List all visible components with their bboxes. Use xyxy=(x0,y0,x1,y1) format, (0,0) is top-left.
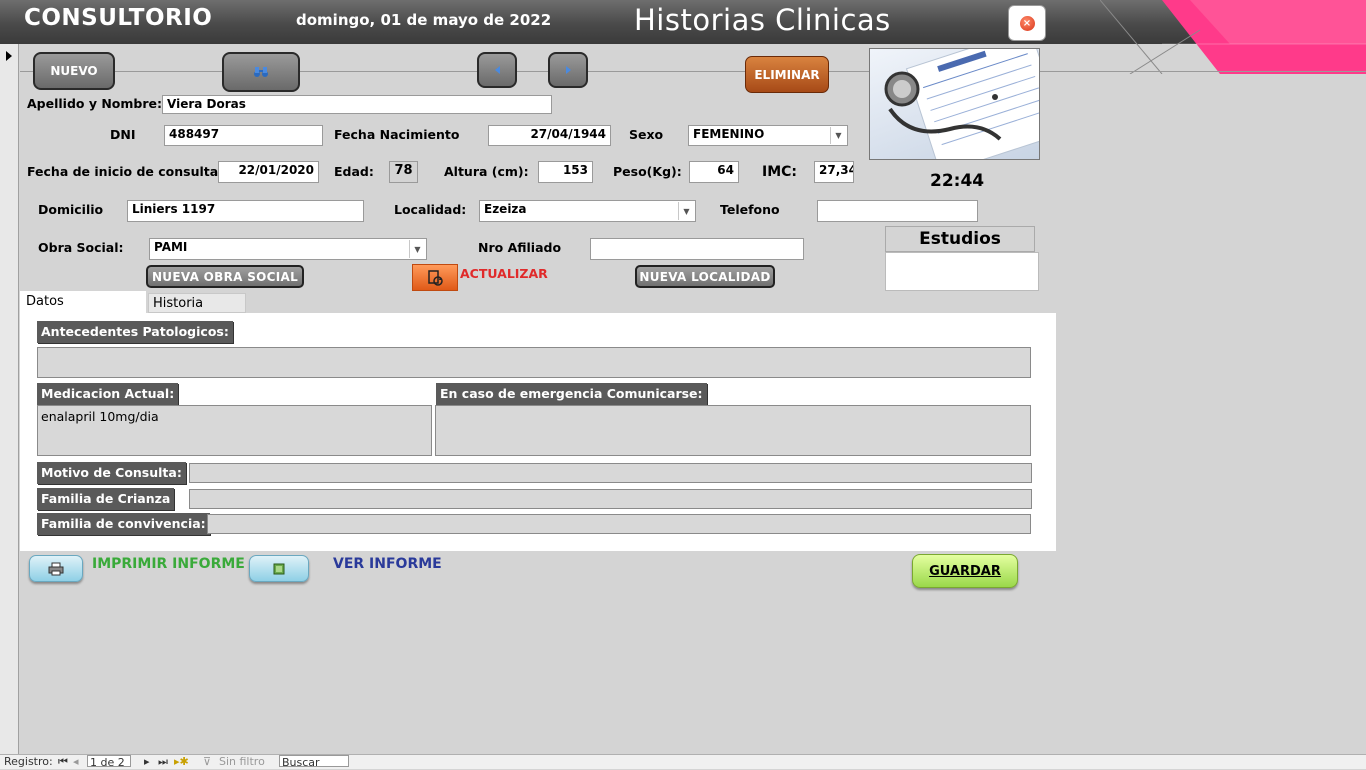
altura-label: Altura (cm): xyxy=(444,164,529,179)
inicio-consulta-label: Fecha de inicio de consulta: xyxy=(27,164,224,179)
dni-label: DNI xyxy=(110,127,136,142)
next-record-button[interactable] xyxy=(548,52,588,88)
domicilio-label: Domicilio xyxy=(38,202,104,217)
fecha-nacimiento-label: Fecha Nacimiento xyxy=(334,127,460,142)
ver-informe-button[interactable] xyxy=(249,555,309,582)
domicilio-field[interactable]: Liniers 1197 xyxy=(127,200,364,222)
afiliado-field[interactable] xyxy=(590,238,804,260)
brand-title: CONSULTORIO xyxy=(24,5,213,31)
actualizar-label[interactable]: ACTUALIZAR xyxy=(460,266,548,281)
tab-datos-importantes[interactable]: Datos Importantes xyxy=(20,291,146,331)
chevron-down-icon[interactable]: ▼ xyxy=(678,202,694,220)
search-input[interactable]: Buscar xyxy=(279,755,349,769)
close-icon: × xyxy=(1019,15,1035,31)
emergencia-field[interactable] xyxy=(435,405,1031,456)
next-record-icon[interactable]: ▸ xyxy=(144,755,150,769)
nueva-localidad-button[interactable]: NUEVA LOCALIDAD xyxy=(635,265,775,288)
antecedentes-field[interactable] xyxy=(37,347,1031,378)
refresh-document-icon xyxy=(428,269,443,286)
record-counter[interactable]: 1 de 2 xyxy=(87,755,131,769)
localidad-label: Localidad: xyxy=(394,202,467,217)
convivencia-field[interactable] xyxy=(207,514,1031,534)
current-record-arrow-icon xyxy=(6,51,12,61)
altura-field[interactable]: 153 xyxy=(538,161,593,183)
localidad-value: Ezeiza xyxy=(484,202,527,216)
search-button[interactable] xyxy=(222,52,300,92)
clock: 22:44 xyxy=(930,171,985,191)
medicacion-label: Medicacion Actual: xyxy=(37,383,179,405)
fecha-nacimiento-field[interactable]: 27/04/1944 xyxy=(488,125,611,146)
crianza-field[interactable] xyxy=(189,489,1032,509)
tab-historia-clinica[interactable]: Historia Clinica xyxy=(148,293,246,330)
imprimir-label[interactable]: IMPRIMIR INFORME xyxy=(92,556,245,572)
emergencia-label: En caso de emergencia Comunicarse: xyxy=(436,383,707,405)
nombre-field[interactable]: Viera Doras xyxy=(162,95,552,114)
guardar-button[interactable]: GUARDAR xyxy=(912,554,1018,588)
page-title: Historias Clinicas xyxy=(634,3,891,37)
dni-field[interactable]: 488497 xyxy=(164,125,323,146)
actualizar-button[interactable] xyxy=(412,264,458,291)
sexo-label: Sexo xyxy=(629,127,664,142)
last-record-icon[interactable]: ⏭ xyxy=(158,755,168,769)
record-selector[interactable] xyxy=(0,44,19,754)
triangle-right-icon xyxy=(565,66,571,74)
chevron-down-icon[interactable]: ▼ xyxy=(409,240,425,258)
binoculars-icon xyxy=(254,67,268,77)
stethoscope-icon xyxy=(884,49,1039,159)
eliminar-button[interactable]: ELIMINAR xyxy=(745,56,829,93)
imc-label: IMC: xyxy=(762,164,798,180)
previous-record-button[interactable] xyxy=(477,52,517,88)
afiliado-label: Nro Afiliado xyxy=(478,240,562,255)
registro-label: Registro: xyxy=(4,755,53,768)
peso-field[interactable]: 64 xyxy=(689,161,739,183)
motivo-field[interactable] xyxy=(189,463,1032,483)
header-decoration xyxy=(1100,0,1366,74)
filter-label[interactable]: Sin filtro xyxy=(219,755,265,769)
new-record-icon[interactable]: ▸✱ xyxy=(174,755,189,769)
sexo-value: FEMENINO xyxy=(693,127,765,141)
medicacion-field[interactable]: enalapril 10mg/dia xyxy=(37,405,432,456)
estudios-header: Estudios xyxy=(885,226,1035,252)
edad-value: 78 xyxy=(389,161,418,183)
inicio-consulta-field[interactable]: 22/01/2020 xyxy=(218,161,319,183)
current-date: domingo, 01 de mayo de 2022 xyxy=(296,11,552,29)
first-record-icon[interactable]: ⏮ xyxy=(58,755,68,769)
chevron-down-icon[interactable]: ▼ xyxy=(830,127,846,144)
localidad-select[interactable]: Ezeiza ▼ xyxy=(479,200,696,222)
imc-value: 27,34 xyxy=(814,161,854,183)
printer-icon xyxy=(48,562,64,575)
obra-social-label: Obra Social: xyxy=(38,240,124,255)
antecedentes-label: Antecedentes Patologicos: xyxy=(37,321,233,343)
record-navigation-bar: Registro: ⏮ ◂ 1 de 2 ▸ ⏭ ▸✱ ⊽ Sin filtro… xyxy=(0,754,1366,769)
datos-importantes-panel: Antecedentes Patologicos: Medicacion Act… xyxy=(20,313,1056,551)
prev-record-icon[interactable]: ◂ xyxy=(73,755,79,769)
obra-social-select[interactable]: PAMI ▼ xyxy=(149,238,427,260)
filter-icon: ⊽ xyxy=(203,755,212,768)
triangle-left-icon xyxy=(494,66,500,74)
imprimir-button[interactable] xyxy=(29,555,83,582)
convivencia-label: Familia de convivencia: xyxy=(37,513,210,535)
report-icon xyxy=(273,563,285,574)
estudios-list[interactable] xyxy=(885,252,1039,291)
nueva-obra-social-button[interactable]: NUEVA OBRA SOCIAL xyxy=(146,265,304,288)
obra-social-value: PAMI xyxy=(154,240,188,254)
telefono-label: Telefono xyxy=(720,202,780,217)
nombre-label: Apellido y Nombre: xyxy=(27,96,163,111)
peso-label: Peso(Kg): xyxy=(613,164,682,179)
nuevo-button[interactable]: NUEVO xyxy=(33,52,115,90)
close-button[interactable]: × xyxy=(1008,5,1046,41)
ver-informe-label[interactable]: VER INFORME xyxy=(333,556,442,572)
sexo-select[interactable]: FEMENINO ▼ xyxy=(688,125,848,146)
crianza-label: Familia de Crianza xyxy=(37,488,175,510)
telefono-field[interactable] xyxy=(817,200,978,222)
edad-label: Edad: xyxy=(334,164,374,179)
motivo-label: Motivo de Consulta: xyxy=(37,462,186,484)
medical-history-image xyxy=(869,48,1040,160)
